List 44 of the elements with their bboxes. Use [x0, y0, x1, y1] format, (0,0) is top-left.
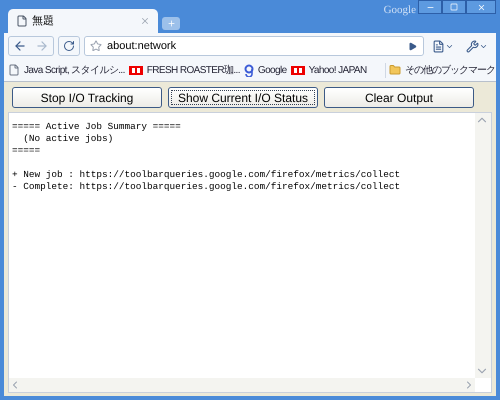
bookmark-link[interactable]: Java Script, スタイルシ... — [8, 62, 125, 78]
new-tab-button[interactable] — [162, 17, 180, 30]
bookmark-link[interactable]: Yahoo! JAPAN — [290, 62, 367, 78]
yahoo-icon — [128, 66, 143, 74]
address-text: about:network — [107, 38, 178, 54]
google-g-icon — [244, 64, 254, 76]
tab-title: 無題 — [32, 14, 55, 29]
close-icon[interactable] — [140, 16, 150, 26]
output-line: + New job : https://toolbarqueries.google.com/firefox/metrics/collect — [12, 169, 402, 181]
close-icon — [476, 2, 486, 12]
address-bar[interactable]: about:network — [84, 36, 424, 56]
vertical-scrollbar[interactable] — [475, 113, 491, 378]
brand-text: Google — [384, 3, 416, 18]
bookmark-link[interactable]: FRESH ROASTER珈... — [128, 62, 240, 78]
page-menu-button[interactable] — [432, 40, 454, 52]
browser-tab[interactable]: 無題 — [8, 9, 158, 33]
page-icon — [432, 40, 445, 52]
action-button[interactable]: Show Current I/O Status — [168, 87, 318, 108]
plus-icon — [166, 19, 176, 28]
reload-button[interactable] — [58, 36, 80, 56]
action-button[interactable]: Clear Output — [324, 87, 474, 108]
yahoo-icon — [290, 66, 305, 74]
bookmark-link[interactable]: Google — [244, 62, 287, 78]
page-icon — [8, 64, 20, 76]
go-icon[interactable] — [408, 42, 417, 50]
wrench-icon — [466, 40, 479, 52]
back-icon[interactable] — [13, 39, 27, 53]
output-line: ===== — [12, 145, 42, 157]
forward-icon[interactable] — [35, 39, 49, 53]
star-icon[interactable] — [90, 40, 102, 52]
maximize-icon — [450, 3, 458, 11]
page-icon — [16, 15, 28, 27]
action-button[interactable]: Stop I/O Tracking — [12, 87, 162, 108]
minimize-button[interactable] — [418, 0, 442, 14]
other-bookmarks-folder[interactable]: その他のブックマーク — [385, 62, 495, 78]
folder-icon — [389, 64, 401, 76]
close-button[interactable] — [466, 0, 496, 14]
maximize-button[interactable] — [442, 0, 466, 14]
settings-menu-button[interactable] — [466, 40, 488, 52]
output-line: ===== Active Job Summary ===== — [12, 121, 182, 133]
output-line: (No active jobs) — [22, 133, 114, 145]
horizontal-scrollbar[interactable] — [9, 378, 475, 392]
reload-icon — [63, 40, 75, 52]
output-line: - Complete: https://toolbarqueries.google.com/firefox/metrics/collect — [12, 181, 402, 193]
